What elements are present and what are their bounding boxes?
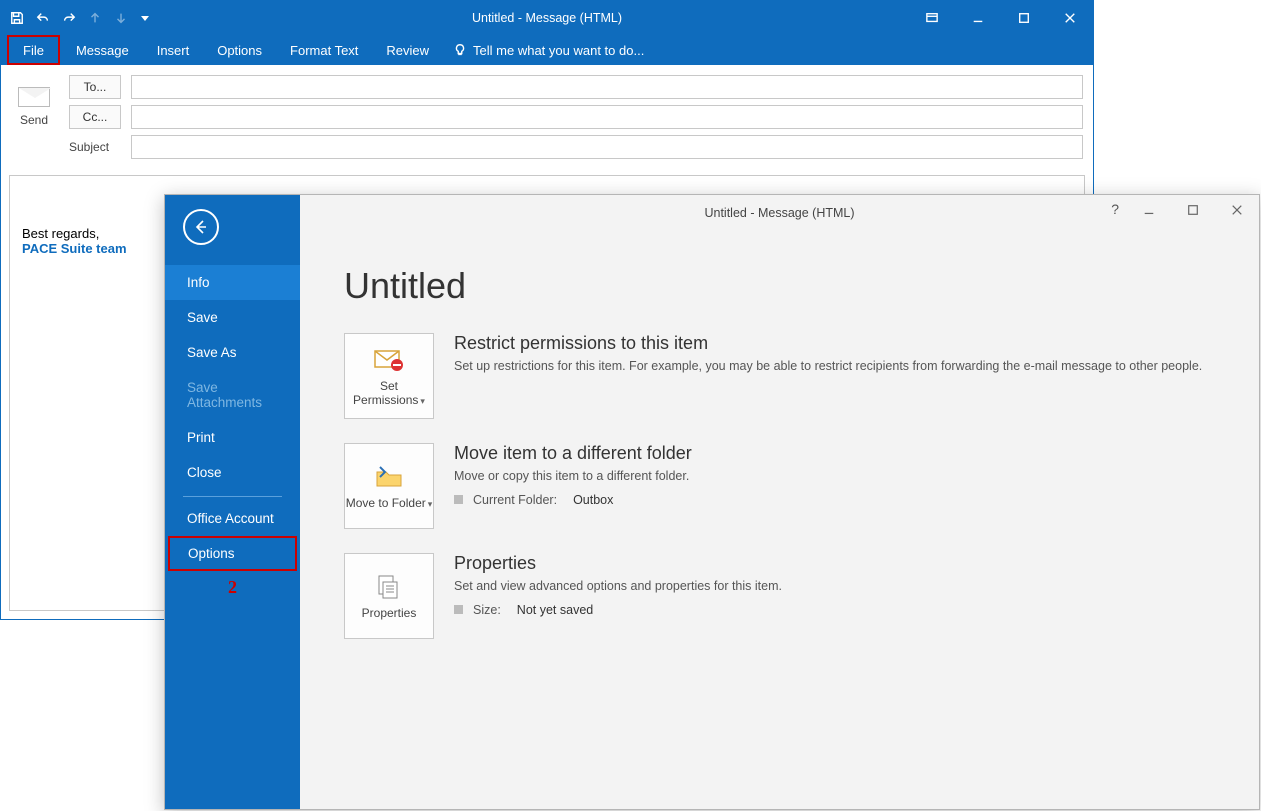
size-label: Size: [473,603,501,617]
set-permissions-label: Set Permissions [353,379,418,407]
size-value: Not yet saved [517,603,593,617]
tell-me-search[interactable]: Tell me what you want to do... [443,43,654,58]
save-icon[interactable] [9,10,25,26]
undo-icon[interactable] [35,10,51,26]
sidebar-item-save[interactable]: Save [165,300,300,335]
lightbulb-icon [453,43,467,57]
compose-titlebar: Untitled - Message (HTML) [1,1,1093,35]
info-row-permissions: Set Permissions▾ Restrict permissions to… [344,333,1239,419]
arrow-up-icon [87,10,103,26]
quick-access-toolbar [1,10,157,26]
to-button[interactable]: To... [69,75,121,99]
annotation-2: 2 [165,577,300,598]
sidebar-item-info[interactable]: Info [165,265,300,300]
permissions-desc: Set up restrictions for this item. For e… [454,358,1239,375]
sidebar-item-options[interactable]: Options [168,536,297,571]
backstage-main: Untitled - Message (HTML) ? Untitled Set… [300,195,1259,809]
cc-input[interactable] [131,105,1083,129]
tab-message[interactable]: Message [62,35,143,65]
arrow-down-icon [113,10,129,26]
tab-options[interactable]: Options [203,35,276,65]
bullet-icon [454,495,463,504]
ribbon-tabs: File Message Insert Options Format Text … [1,35,1093,65]
page-title: Untitled [344,265,1239,307]
tab-review[interactable]: Review [372,35,443,65]
move-meta: Current Folder: Outbox [454,493,1239,507]
backstage-title: Untitled - Message (HTML) [704,206,854,220]
bullet-icon [454,605,463,614]
move-desc: Move or copy this item to a different fo… [454,468,1239,485]
move-to-folder-button[interactable]: Move to Folder▾ [344,443,434,529]
backstage-titlebar: Untitled - Message (HTML) ? [300,195,1259,231]
to-input[interactable] [131,75,1083,99]
tab-file[interactable]: File [7,35,60,65]
sidebar-item-close[interactable]: Close [165,455,300,490]
close-icon[interactable] [1047,1,1093,35]
close-icon[interactable] [1215,195,1259,225]
permissions-title: Restrict permissions to this item [454,333,1239,354]
compose-window-controls [909,1,1093,35]
backstage-content: Untitled Set Permissions▾ Restrict permi… [344,265,1239,663]
envelope-icon [18,87,50,107]
move-title: Move item to a different folder [454,443,1239,464]
chevron-down-icon: ▾ [420,396,425,406]
minimize-icon[interactable] [955,1,1001,35]
help-icon[interactable]: ? [1111,201,1119,217]
properties-label: Properties [362,606,417,620]
redo-icon[interactable] [61,10,77,26]
info-row-properties: Properties Properties Set and view advan… [344,553,1239,639]
cc-button[interactable]: Cc... [69,105,121,129]
subject-label: Subject [69,140,121,154]
send-button[interactable]: Send [20,113,48,127]
sidebar-item-save-attachments: Save Attachments [165,370,300,420]
minimize-icon[interactable] [1127,195,1171,225]
subject-input[interactable] [131,135,1083,159]
sidebar-item-print[interactable]: Print [165,420,300,455]
backstage-window-controls [1127,195,1259,225]
current-folder-label: Current Folder: [473,493,557,507]
envelope-restrict-icon [373,345,405,375]
info-row-move: Move to Folder▾ Move item to a different… [344,443,1239,529]
properties-meta: Size: Not yet saved [454,603,1239,617]
arrow-left-icon [192,218,210,236]
properties-button[interactable]: Properties [344,553,434,639]
maximize-icon[interactable] [1171,195,1215,225]
set-permissions-button[interactable]: Set Permissions▾ [344,333,434,419]
sidebar-item-save-as[interactable]: Save As [165,335,300,370]
sidebar-item-office-account[interactable]: Office Account [165,501,300,536]
qat-customize-icon[interactable] [141,16,149,21]
chevron-down-icon: ▾ [428,499,433,509]
properties-title: Properties [454,553,1239,574]
sidebar-separator [183,496,282,497]
compose-title: Untitled - Message (HTML) [472,11,622,25]
move-to-folder-label: Move to Folder [346,496,426,510]
tab-insert[interactable]: Insert [143,35,204,65]
back-button[interactable] [183,209,219,245]
backstage-sidebar: Info Save Save As Save Attachments Print… [165,195,300,809]
maximize-icon[interactable] [1001,1,1047,35]
tab-format-text[interactable]: Format Text [276,35,372,65]
properties-icon [375,572,403,602]
tell-me-label: Tell me what you want to do... [473,43,644,58]
current-folder-value: Outbox [573,493,613,507]
properties-desc: Set and view advanced options and proper… [454,578,1239,595]
folder-move-icon [374,462,404,492]
backstage-window: Info Save Save As Save Attachments Print… [164,194,1260,810]
ribbon-display-options-icon[interactable] [909,1,955,35]
